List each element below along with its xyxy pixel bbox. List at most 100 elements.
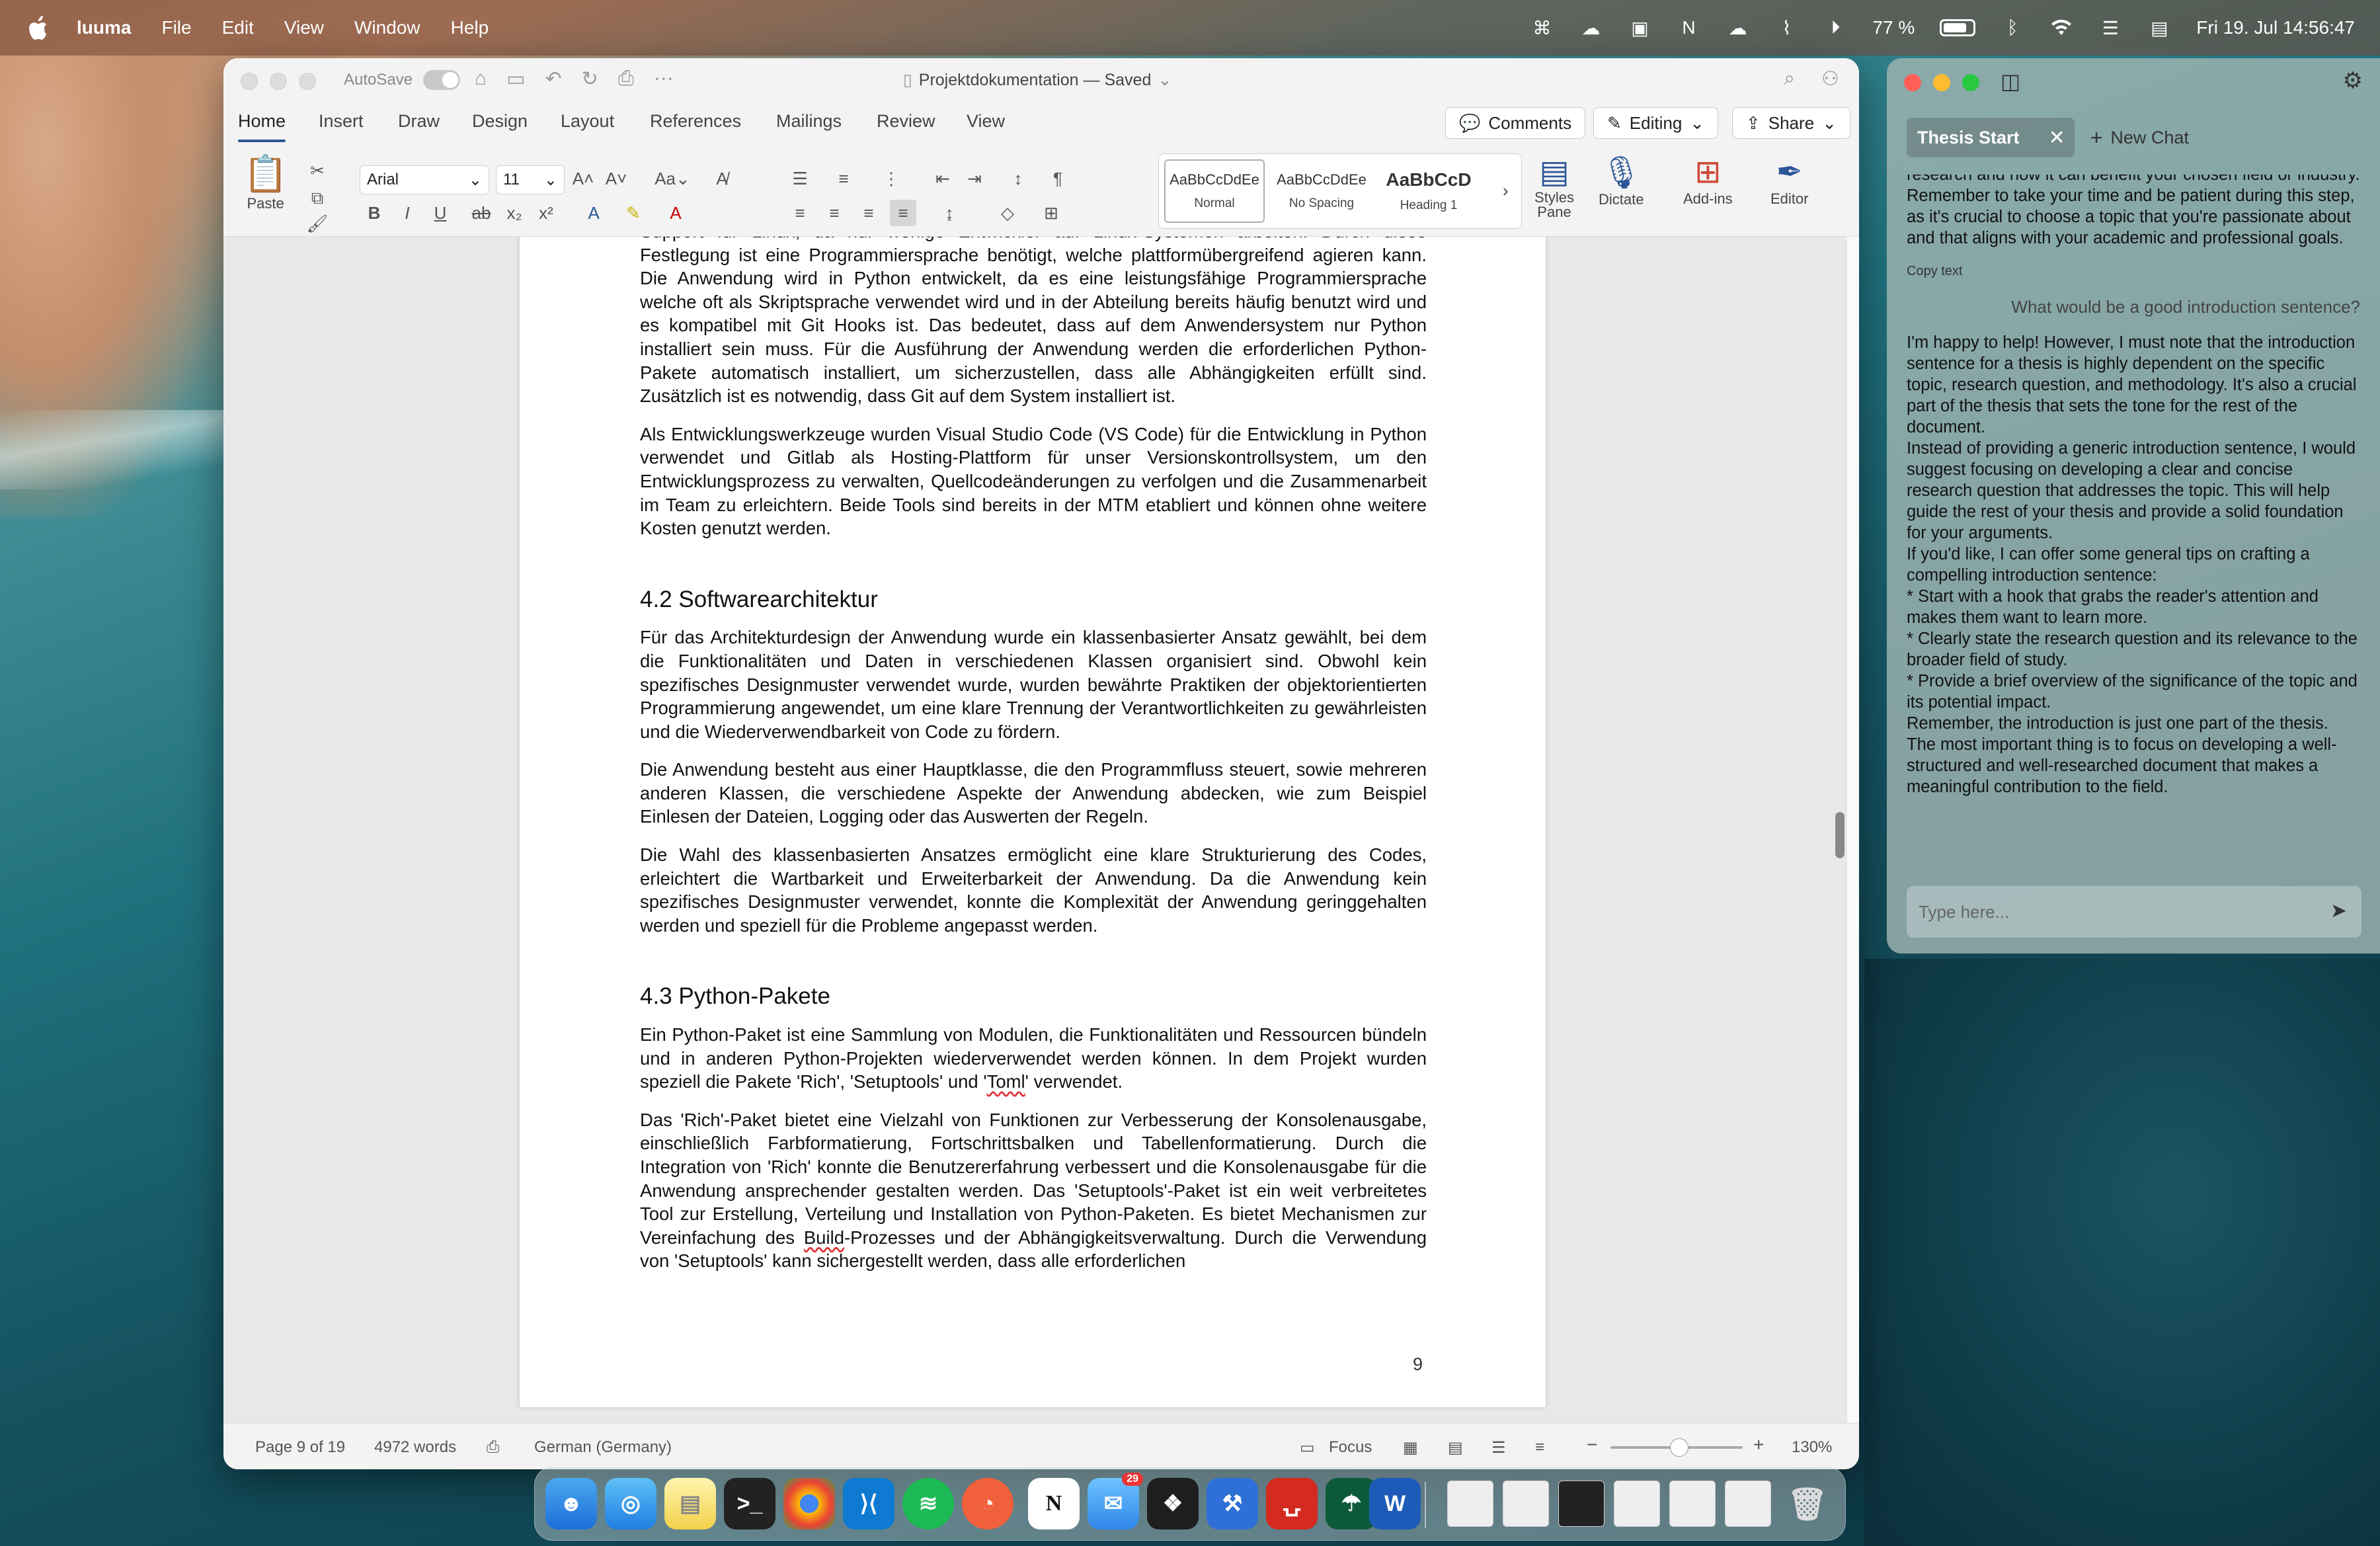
tab-references[interactable]: References [650,111,741,132]
web-layout-icon[interactable]: ▤ [1448,1438,1463,1457]
change-case-icon[interactable]: Aa⌄ [649,165,695,192]
undo-icon[interactable]: ↶ [545,67,561,91]
dictate-button[interactable]: 🎙 Dictate [1599,153,1644,208]
bold-icon[interactable]: B [361,200,387,226]
document-body[interactable]: Support für Linux, da nur wenige Entwick… [640,237,1427,1287]
style-heading-1[interactable]: AaBbCcD Heading 1 [1378,159,1479,223]
sidebar-toggle-icon[interactable]: ◫ [2001,69,2020,94]
decrease-indent-icon[interactable]: ⇤ [930,165,956,192]
editor-button[interactable]: ✒ Editor [1770,153,1808,208]
font-color-icon[interactable]: A [662,200,689,226]
xcode-icon[interactable]: ⚒ [1207,1478,1258,1529]
menu-window[interactable]: Window [354,17,420,38]
sort-icon[interactable]: ↕ [1005,165,1031,192]
align-center-icon[interactable]: ≡ [821,200,848,226]
borders-icon[interactable]: ⊞ [1038,200,1064,226]
cut-icon[interactable]: ✂ [304,157,331,184]
notes-icon[interactable]: ▤ [664,1478,716,1529]
tab-review[interactable]: Review [877,111,935,132]
font-name-combo[interactable]: Arial ⌄ [360,165,489,194]
shading-icon[interactable]: ◇ [994,200,1021,226]
focus-label[interactable]: Focus [1329,1438,1372,1457]
print-icon[interactable]: ⎙ [618,67,634,91]
finder-icon[interactable]: ☻ [545,1478,597,1529]
battery-icon[interactable] [1940,19,1976,36]
spelling-error[interactable]: Build [804,1227,844,1248]
acrobat-icon[interactable]: ⍽ [1266,1478,1318,1529]
menu-app-name[interactable]: luuma [77,17,131,38]
vscode-icon[interactable]: ⟩⟨ [843,1478,894,1529]
trash-icon[interactable]: 🗑 [1782,1478,1833,1529]
chevron-right-icon[interactable]: › [1503,181,1509,201]
paragraph[interactable]: Die Anwendung besteht aus einer Hauptkla… [640,758,1427,829]
minimized-window-6[interactable] [1725,1481,1771,1527]
menu-help[interactable]: Help [451,17,489,38]
numbering-icon[interactable]: ≡ [830,165,857,192]
terminal-icon[interactable]: >_ [724,1478,775,1529]
minimize-window-button[interactable] [270,73,287,90]
spotify-icon[interactable]: ≋ [902,1478,954,1529]
icloud-icon[interactable]: ☁ [1726,16,1749,40]
control-center-icon[interactable]: ☰ [2098,16,2122,40]
grow-font-icon[interactable]: A˄ [570,165,596,192]
chrome-icon[interactable] [783,1478,835,1529]
chat-messages[interactable]: research and how it can benefit your cho… [1907,175,2360,922]
menu-file[interactable]: File [161,17,191,38]
screen-icon[interactable]: ▤ [2147,16,2171,40]
close-window-button[interactable] [241,73,258,90]
zoom-chat-button[interactable] [1962,74,1979,91]
word-icon[interactable]: W [1369,1478,1421,1529]
minimize-chat-button[interactable] [1933,74,1950,91]
word-count[interactable]: 4972 words [374,1438,456,1457]
paragraph[interactable]: Die Wahl des klassenbasierten Ansatzes e… [640,843,1427,937]
outline-icon[interactable]: ☰ [1491,1438,1506,1457]
styles-pane-button[interactable]: ▤ Styles Pane [1528,153,1580,220]
style-no-spacing[interactable]: AaBbCcDdEe No Spacing [1271,159,1372,223]
new-chat-button[interactable]: + New Chat [2090,126,2189,150]
line-spacing-icon[interactable]: ↨ [936,200,963,226]
format-painter-icon[interactable]: 🖌 [304,210,331,237]
heading-python-pakete[interactable]: 4.3 Python-Pakete [640,985,1427,1008]
focus-icon[interactable]: ▭ [1300,1438,1315,1457]
document-title[interactable]: ▯ Projektdokumentation — Saved ⌄ [903,70,1171,90]
spelling-error[interactable]: Toml [987,1071,1025,1092]
language[interactable]: German (Germany) [534,1438,672,1457]
align-right-icon[interactable]: ≡ [855,200,882,226]
add-ins-button[interactable]: ⊞ Add-ins [1683,153,1733,208]
increase-indent-icon[interactable]: ⇥ [961,165,988,192]
minimized-window-1[interactable] [1447,1481,1493,1527]
app-orange-icon[interactable]: ◔ [962,1478,1013,1529]
bluetooth-icon[interactable]: ᛒ [2001,16,2024,40]
zoom-level[interactable]: 130% [1792,1438,1832,1457]
status-app-icon[interactable]: ⌘ [1530,16,1554,40]
paragraph[interactable]: Ein Python-Paket ist eine Sammlung von M… [640,1023,1427,1094]
paste-button[interactable]: 📋 Paste [243,153,288,212]
tab-view[interactable]: View [967,111,1005,132]
style-normal[interactable]: AaBbCcDdEe Normal [1164,159,1265,223]
clear-format-icon[interactable]: A̸ [709,165,735,192]
send-icon[interactable]: ➤ [2330,899,2347,922]
vertical-scrollbar[interactable] [1835,812,1844,858]
multilevel-list-icon[interactable]: ⋮ [878,165,904,192]
zoom-in-icon[interactable]: + [1753,1434,1764,1455]
minimized-window-5[interactable] [1669,1481,1716,1527]
paragraph[interactable]: Für das Architekturdesign der Anwendung … [640,626,1427,743]
copy-icon[interactable]: ⧉ [304,185,331,212]
tab-home[interactable]: Home [238,111,286,142]
close-chat-button[interactable] [1904,74,1921,91]
text-effects-icon[interactable]: A [580,200,607,226]
menu-view[interactable]: View [284,17,324,38]
proofing-icon[interactable]: ⎙ [487,1438,499,1457]
autosave-toggle[interactable] [423,70,461,90]
comments-button[interactable]: 💬 Comments [1445,107,1586,139]
apple-icon[interactable] [25,13,54,42]
paragraph[interactable]: Das 'Rich'-Paket bietet eine Vielzahl vo… [640,1108,1427,1273]
figma-icon[interactable]: ❖ [1147,1478,1199,1529]
editing-button[interactable]: ✎ Editing ⌄ [1593,107,1719,139]
save-icon[interactable]: ▭ [506,67,525,91]
home-icon[interactable]: ⌂ [475,67,487,91]
mail-icon[interactable]: ✉ 29 [1088,1473,1143,1529]
underline-icon[interactable]: U [427,200,454,226]
paragraph[interactable]: Als Entwicklungswerkzeuge wurden Visual … [640,423,1427,540]
notion-icon[interactable]: N [1028,1478,1080,1529]
